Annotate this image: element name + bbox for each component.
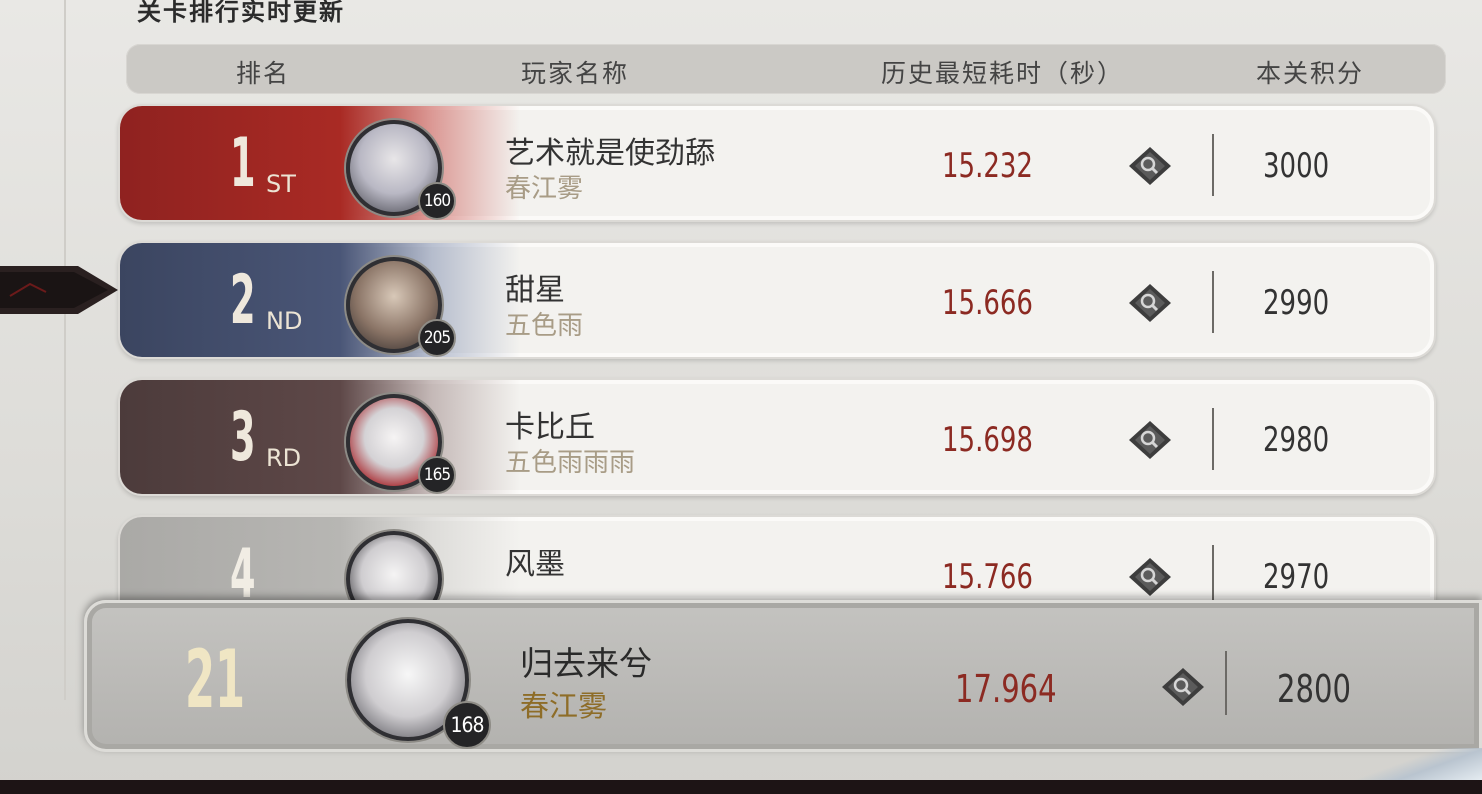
player-name: 甜星: [505, 273, 565, 308]
rank-badge-bg: [120, 517, 520, 601]
header-rank: 排名: [236, 59, 291, 88]
best-time: 15.666: [942, 283, 1033, 323]
my-rank-row[interactable]: 21 168 归去来兮 春江雾 17.964 2800: [84, 600, 1482, 752]
stage-score: 2970: [1263, 557, 1330, 597]
player-guild: 五色雨雨雨: [505, 448, 636, 478]
separator: [1212, 271, 1214, 333]
rank-badge-bg: [120, 380, 520, 494]
magnifier-diamond-icon[interactable]: [1161, 667, 1205, 707]
leaderboard-row-2[interactable]: 2 ND 205 甜星 五色雨 15.666 2990: [118, 241, 1436, 359]
best-time: 15.766: [942, 557, 1033, 597]
my-player-guild: 春江雾: [520, 689, 608, 723]
rank-badge-bg: [120, 243, 520, 357]
player-guild: 春江雾: [505, 174, 584, 204]
rank-suffix: ND: [266, 307, 303, 335]
level-badge: 165: [418, 456, 456, 494]
leaderboard-row-4[interactable]: 4 风墨 15.766 2970: [118, 515, 1436, 601]
header-player: 玩家名称: [521, 59, 630, 88]
level-badge: 205: [418, 319, 456, 357]
arrow-pointer-icon: [0, 266, 118, 314]
page-title: 关卡排行实时更新: [137, 0, 345, 26]
header-score: 本关积分: [1256, 59, 1365, 88]
magnifier-diamond-icon[interactable]: [1128, 557, 1172, 597]
player-name: 艺术就是使劲舔: [505, 136, 715, 171]
my-level-badge: 168: [443, 701, 491, 749]
magnifier-diamond-icon[interactable]: [1128, 420, 1172, 460]
separator: [1212, 134, 1214, 196]
best-time: 15.698: [942, 420, 1033, 460]
rank-number: 3: [230, 398, 256, 477]
leaderboard-row-1[interactable]: 1 ST 160 艺术就是使劲舔 春江雾 15.232 3000: [118, 104, 1436, 222]
stage-score: 3000: [1263, 146, 1330, 186]
stage-score: 2990: [1263, 283, 1330, 323]
my-rank-number: 21: [185, 633, 246, 726]
rank-number: 2: [230, 261, 256, 340]
magnifier-diamond-icon[interactable]: [1128, 283, 1172, 323]
separator: [1212, 408, 1214, 470]
separator: [1212, 545, 1214, 601]
rank-number: 1: [230, 124, 256, 203]
player-guild: 五色雨: [505, 311, 584, 341]
magnifier-diamond-icon[interactable]: [1128, 146, 1172, 186]
rank-suffix: ST: [266, 170, 296, 198]
corner-decoration: [1352, 748, 1482, 782]
my-best-time: 17.964: [955, 667, 1057, 711]
player-name: 风墨: [505, 547, 565, 582]
rank-badge-bg: [120, 106, 520, 220]
my-stage-score: 2800: [1277, 667, 1351, 711]
best-time: 15.232: [942, 146, 1033, 186]
stage-score: 2980: [1263, 420, 1330, 460]
leaderboard-header: 排名 玩家名称 历史最短耗时（秒） 本关积分: [126, 44, 1446, 94]
header-time: 历史最短耗时（秒）: [881, 59, 1125, 88]
separator: [1225, 651, 1227, 715]
player-name: 卡比丘: [505, 410, 595, 445]
bottom-bar: [0, 780, 1482, 794]
leaderboard-row-3[interactable]: 3 RD 165 卡比丘 五色雨雨雨 15.698 2980: [118, 378, 1436, 496]
rank-number: 4: [230, 535, 256, 601]
level-badge: 160: [418, 182, 456, 220]
divider-line: [64, 0, 66, 700]
rank-suffix: RD: [266, 444, 302, 472]
my-player-name: 归去来兮: [520, 644, 652, 683]
